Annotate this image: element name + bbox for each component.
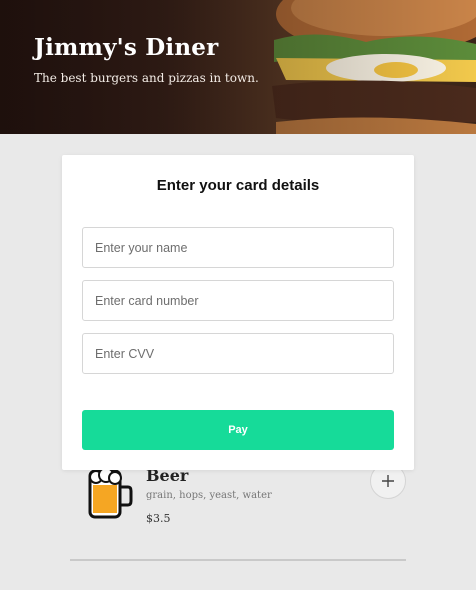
card-number-input[interactable] [82, 280, 394, 321]
menu-item: Beer grain, hops, yeast, water $3.5 [70, 455, 406, 561]
restaurant-tagline: The best burgers and pizzas in town. [34, 71, 259, 85]
plus-icon [382, 475, 394, 487]
restaurant-title: Jimmy's Diner [34, 34, 219, 61]
modal-title: Enter your card details [156, 177, 320, 194]
cvv-input[interactable] [82, 333, 394, 374]
item-price: $3.5 [146, 512, 171, 525]
beer-mug-icon [88, 467, 133, 519]
hero-banner: Jimmy's Diner The best burgers and pizza… [0, 0, 476, 134]
item-ingredients: grain, hops, yeast, water [146, 490, 272, 501]
name-input[interactable] [82, 227, 394, 268]
pay-button[interactable]: Pay [82, 410, 394, 450]
payment-modal: Enter your card details Pay [62, 155, 414, 470]
hero-overlay [0, 0, 476, 134]
